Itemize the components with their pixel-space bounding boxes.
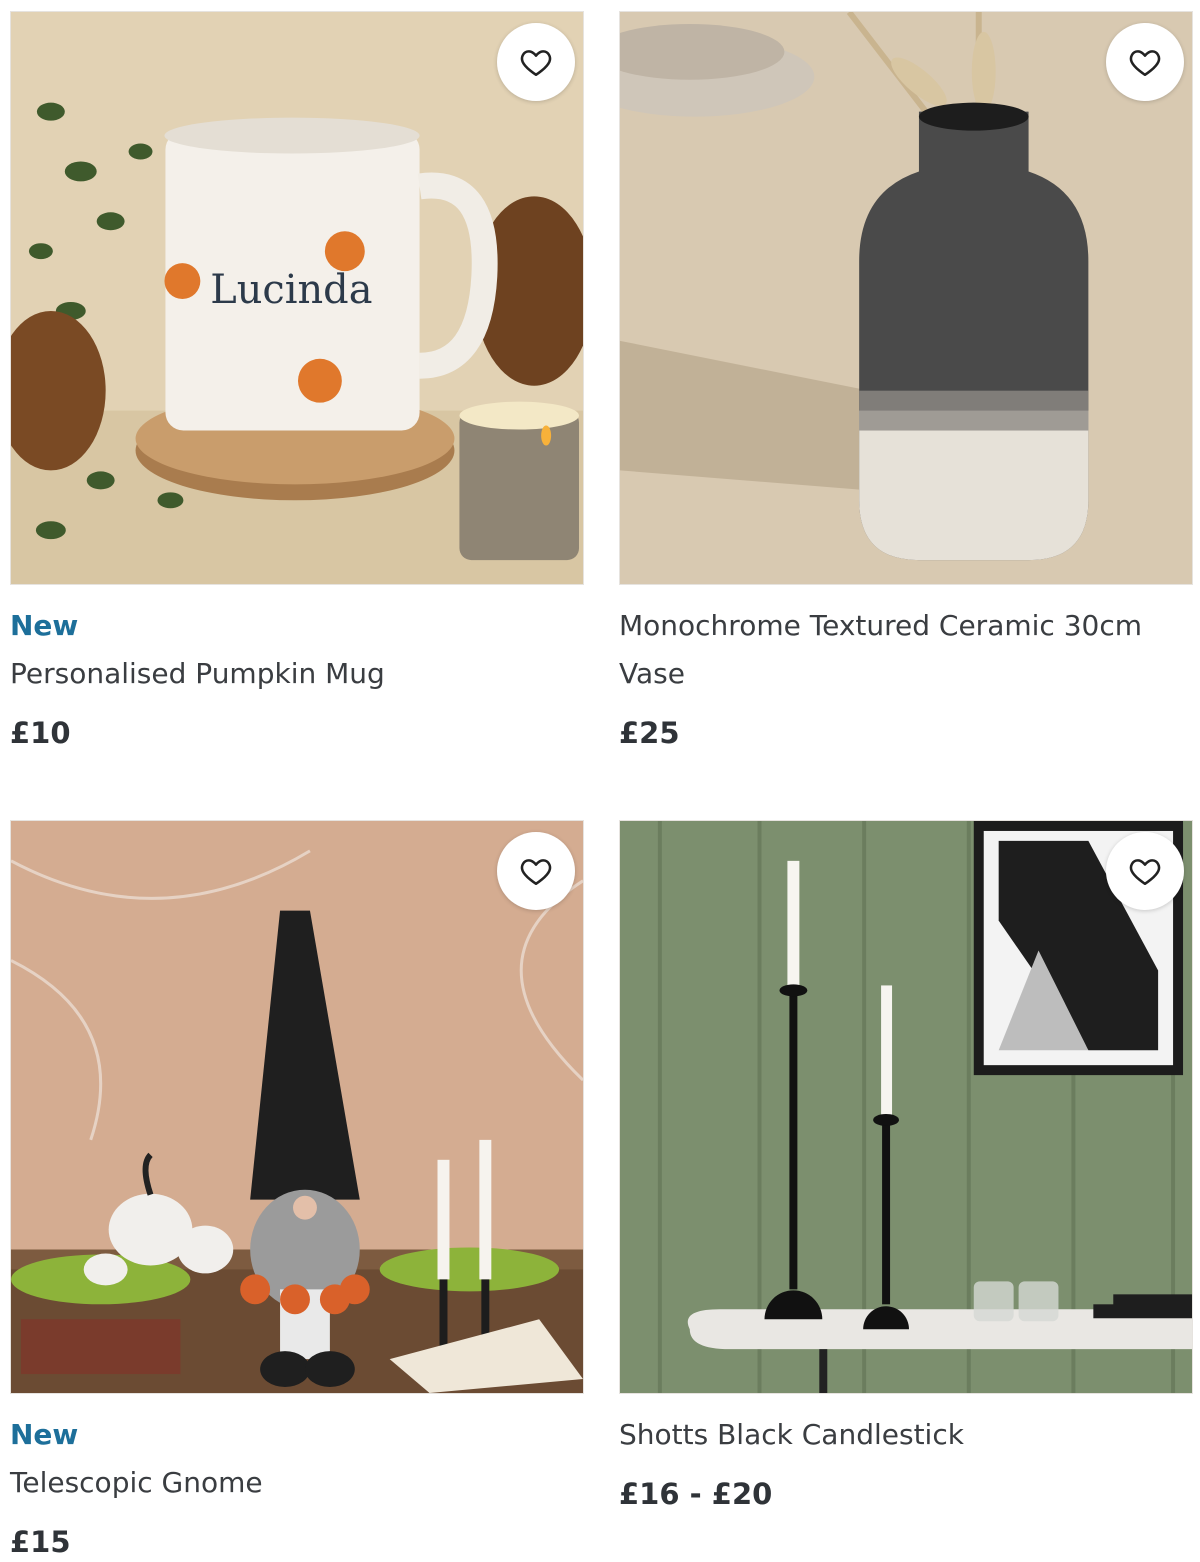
- favourite-button[interactable]: [497, 832, 575, 910]
- product-card-pumpkin-mug[interactable]: Lucinda New Personalised Pumpkin Mug £10: [10, 11, 584, 753]
- heart-outline-icon: [520, 50, 552, 77]
- product-image-ceramic-vase[interactable]: [619, 11, 1193, 585]
- product-image-pumpkin-mug[interactable]: Lucinda: [10, 11, 584, 585]
- heart-outline-icon: [1129, 859, 1161, 886]
- favourite-button[interactable]: [497, 23, 575, 101]
- candlestick-photo: [620, 821, 1192, 1393]
- heart-outline-icon: [520, 859, 552, 886]
- product-price: £15: [10, 1525, 71, 1559]
- new-badge: New: [10, 1418, 79, 1451]
- product-image-telescopic-gnome[interactable]: [10, 820, 584, 1394]
- gnome-photo: [11, 821, 583, 1393]
- heart-outline-icon: [1129, 50, 1161, 77]
- product-card-black-candlestick[interactable]: Shotts Black Candlestick £16 - £20: [619, 820, 1193, 1514]
- ceramic-vase-photo: [620, 12, 1192, 584]
- favourite-button[interactable]: [1106, 832, 1184, 910]
- product-price: £25: [619, 716, 680, 750]
- product-card-ceramic-vase[interactable]: Monochrome Textured Ceramic 30cm Vase £2…: [619, 11, 1193, 753]
- product-price: £16 - £20: [619, 1477, 773, 1511]
- product-card-telescopic-gnome[interactable]: New Telescopic Gnome £15: [10, 820, 584, 1562]
- product-image-black-candlestick[interactable]: [619, 820, 1193, 1394]
- pumpkin-mug-photo: Lucinda: [11, 12, 583, 584]
- product-title[interactable]: Personalised Pumpkin Mug: [10, 650, 584, 698]
- product-title[interactable]: Telescopic Gnome: [10, 1459, 584, 1507]
- new-badge: New: [10, 609, 79, 642]
- mug-name-text: Lucinda: [210, 267, 372, 313]
- favourite-button[interactable]: [1106, 23, 1184, 101]
- product-price: £10: [10, 716, 71, 750]
- product-title[interactable]: Monochrome Textured Ceramic 30cm Vase: [619, 602, 1193, 698]
- product-title[interactable]: Shotts Black Candlestick: [619, 1411, 1193, 1459]
